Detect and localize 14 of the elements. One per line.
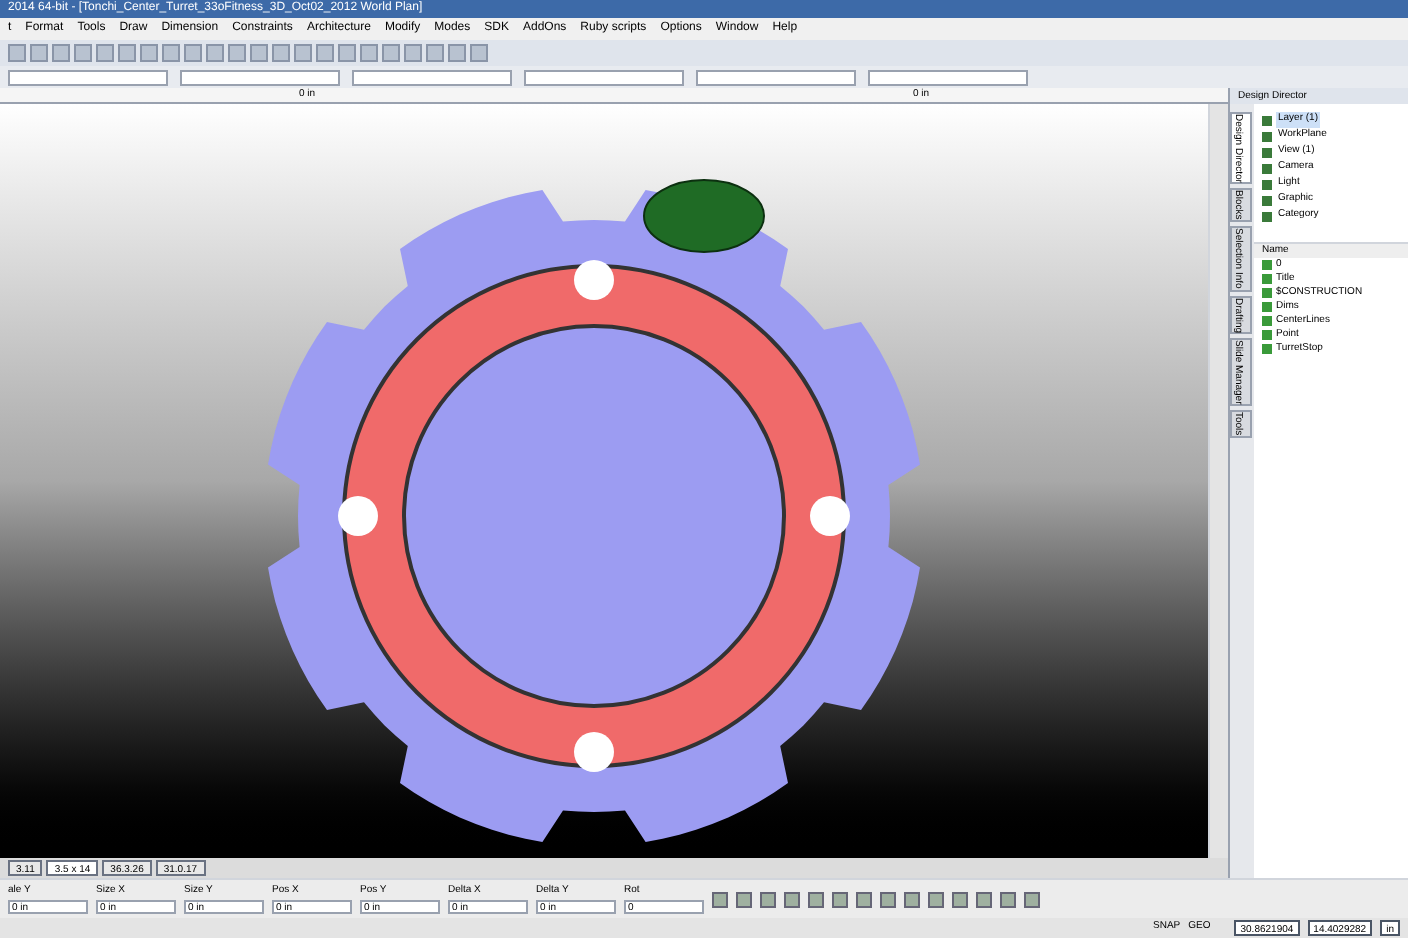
node-icon <box>1262 211 1272 221</box>
dropdown-field[interactable] <box>524 69 684 85</box>
node-icon <box>1262 163 1272 173</box>
node-icon <box>1262 147 1272 157</box>
dropdown-field[interactable] <box>696 69 856 85</box>
vertical-scrollbar[interactable] <box>1208 104 1228 858</box>
node-icon <box>1262 115 1272 125</box>
node-icon <box>1262 179 1272 189</box>
dropdown-field[interactable] <box>180 69 340 85</box>
node-icon <box>1262 131 1272 141</box>
dropdown-field[interactable] <box>868 69 1028 85</box>
dropdown-field[interactable] <box>8 69 168 85</box>
node-icon <box>1262 195 1272 205</box>
dropdown-field[interactable] <box>352 69 512 85</box>
